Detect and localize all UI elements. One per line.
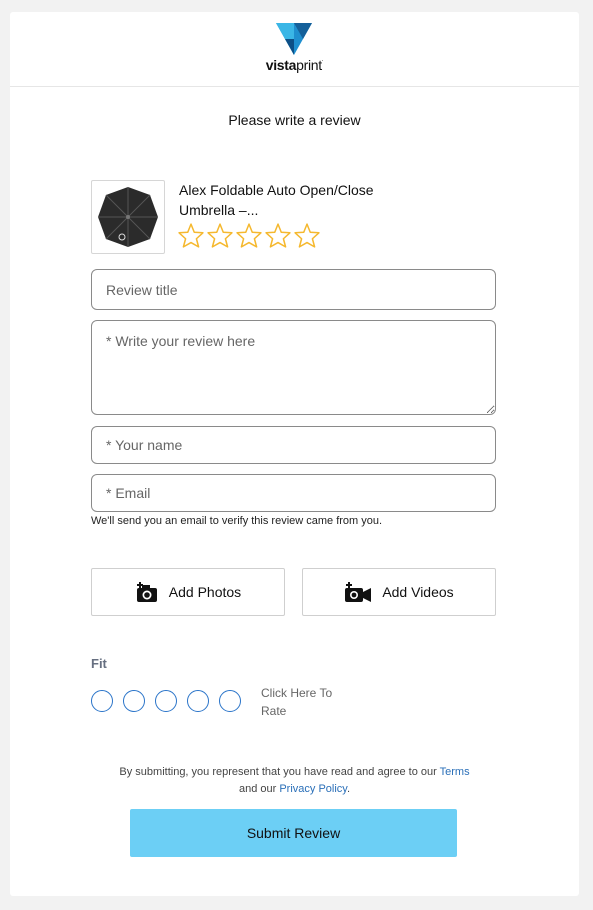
legal-suffix: .: [346, 783, 351, 795]
star-5-icon[interactable]: [294, 223, 320, 248]
fit-option-1[interactable]: [91, 690, 113, 712]
fit-option-2[interactable]: [123, 690, 145, 712]
fit-rating[interactable]: [91, 690, 241, 712]
fit-option-4[interactable]: [187, 690, 209, 712]
review-card: vistaprint. Please write a review Alex F…: [10, 12, 579, 896]
page-title: Please write a review: [228, 112, 361, 128]
brand-wordmark: vistaprint.: [265, 57, 324, 73]
star-1-icon[interactable]: [178, 223, 204, 248]
fit-option-5[interactable]: [219, 690, 241, 712]
star-2-icon[interactable]: [207, 223, 233, 248]
star-rating[interactable]: [178, 223, 320, 248]
add-photos-button[interactable]: Add Photos: [91, 568, 285, 616]
review-body-textarea[interactable]: [91, 320, 496, 415]
fit-option-3[interactable]: [155, 690, 177, 712]
header: vistaprint.: [10, 12, 579, 87]
review-title-input[interactable]: [91, 269, 496, 310]
star-4-icon[interactable]: [265, 223, 291, 248]
privacy-policy-link[interactable]: Privacy Policy: [279, 783, 347, 795]
legal-middle: and our: [238, 783, 277, 795]
product-thumbnail: [91, 180, 165, 254]
legal-notice: By submitting, you represent that you ha…: [70, 764, 519, 798]
umbrella-image-icon: [98, 187, 158, 247]
add-videos-label: Add Videos: [382, 584, 454, 600]
fit-rate-hint: Click Here To Rate: [261, 686, 333, 718]
fit-label: Fit: [91, 656, 107, 671]
legal-prefix: By submitting, you represent that you ha…: [119, 766, 437, 778]
add-camera-icon: [136, 582, 157, 602]
submit-review-button[interactable]: Submit Review: [130, 809, 457, 857]
terms-link[interactable]: Terms: [440, 766, 470, 778]
product-name: Alex Foldable Auto Open/Close Umbrella –…: [179, 182, 374, 218]
product-summary: Alex Foldable Auto Open/Close Umbrella –…: [91, 180, 496, 255]
add-videos-button[interactable]: Add Videos: [302, 568, 496, 616]
email-input[interactable]: [91, 474, 496, 512]
add-video-camera-icon: [345, 582, 372, 602]
email-note: We'll send you an email to verify this r…: [91, 515, 383, 527]
name-input[interactable]: [91, 426, 496, 464]
star-3-icon[interactable]: [236, 223, 262, 248]
add-photos-label: Add Photos: [168, 584, 242, 600]
vistaprint-logo-icon: [276, 23, 312, 55]
